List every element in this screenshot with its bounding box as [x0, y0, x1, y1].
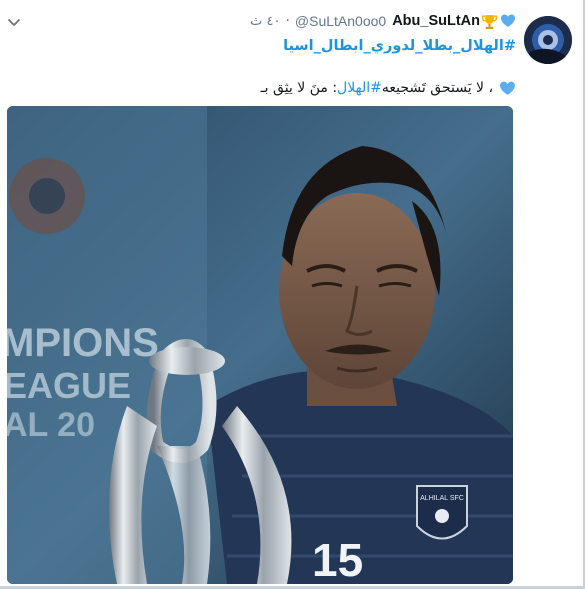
tweet-text-part-1: : منَ لا يثِق بـ	[260, 80, 338, 96]
crest-text: ALHILAL SFC	[420, 495, 464, 502]
timestamp[interactable]: ٤٠ ث	[250, 14, 280, 29]
hashtag-link[interactable]: #الهلال_بطلا_لدوري_ابطال_اسيا	[283, 38, 516, 54]
separator-dot: ·	[285, 13, 290, 29]
banner-text-3: AL 20	[7, 406, 95, 444]
user-handle[interactable]: @SuLtAn0oo0	[295, 13, 386, 29]
avatar-image	[524, 16, 572, 64]
blue-heart-icon	[500, 81, 515, 95]
blue-heart-icon	[501, 14, 515, 27]
tweet-text-part-2: ، لا يَستحق تَشجيعه	[381, 80, 493, 96]
jersey-number: 15	[312, 534, 363, 584]
tweet-photo[interactable]: MPIONS EAGUE AL 20 15 ALHILAL SFC	[7, 106, 513, 584]
avatar[interactable]	[524, 16, 572, 64]
banner-text-1: MPIONS	[7, 321, 159, 365]
tweet-text: : منَ لا يثِق بـ #الهلال ، لا يَستحق تَش…	[261, 78, 516, 98]
hashtag-mention-link[interactable]: #الهلال	[337, 80, 382, 96]
banner-text-2: EAGUE	[7, 365, 131, 406]
tweet-header: Abu_SuLtAn @SuLtAn0oo0 · ٤٠ ث	[250, 10, 516, 32]
display-name[interactable]: Abu_SuLtAn	[392, 13, 480, 29]
photo-image: MPIONS EAGUE AL 20 15 ALHILAL SFC	[7, 106, 513, 584]
chevron-down-icon[interactable]	[6, 14, 22, 30]
trophy-icon	[481, 14, 498, 29]
